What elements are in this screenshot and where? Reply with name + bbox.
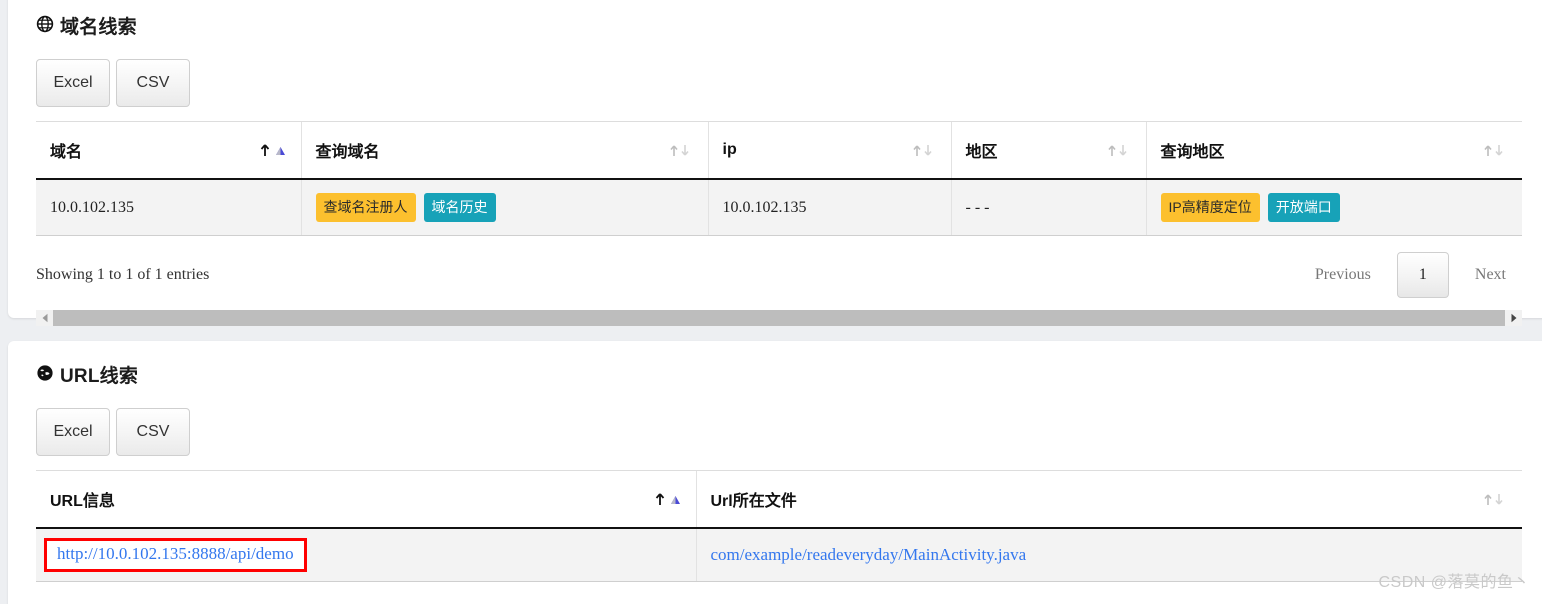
- domain-col-region-label: 地区: [965, 144, 998, 161]
- domain-section-title-text: 域名线索: [60, 17, 137, 38]
- scrollbar-track[interactable]: [53, 310, 1505, 326]
- url-col-url-info[interactable]: URL信息: [36, 470, 696, 529]
- domain-export-csv-button[interactable]: CSV: [116, 59, 190, 107]
- domain-table-header-row: 域名 查询域名 ip 地区 查询地区: [36, 121, 1522, 180]
- url-section-title: URL线索: [36, 341, 1522, 388]
- table-row: 10.0.102.135 查域名注册人 域名历史 10.0.102.135 - -…: [36, 179, 1522, 236]
- pagination-page-1-button[interactable]: 1: [1396, 252, 1449, 298]
- domain-clues-card: 域名线索 Excel CSV 域名 查询域名 ip 地区 查询地区 10.0.1…: [8, 0, 1542, 326]
- cell-query-domain: 查域名注册人 域名历史: [300, 179, 708, 236]
- sort-none-icon: [909, 143, 939, 158]
- domain-table-footer: Showing 1 to 1 of 1 entries Previous 1 N…: [36, 252, 1522, 298]
- url-export-excel-button[interactable]: Excel: [36, 408, 110, 456]
- domain-col-domain-label: 域名: [50, 144, 83, 161]
- scroll-left-arrow-icon[interactable]: [36, 310, 53, 326]
- cell-region: - - -: [950, 179, 1146, 236]
- cell-ip: 10.0.102.135: [707, 179, 951, 236]
- url-table-header-row: URL信息 Url所在文件: [36, 470, 1522, 529]
- domain-col-ip[interactable]: ip: [707, 121, 951, 180]
- domain-col-domain[interactable]: 域名: [36, 121, 301, 180]
- sort-none-icon: [666, 143, 696, 158]
- url-export-buttons: Excel CSV: [36, 408, 1522, 456]
- cell-url: http://10.0.102.135:8888/api/demo: [36, 528, 696, 582]
- domain-col-ip-label: ip: [722, 141, 737, 158]
- csdn-watermark: CSDN @落莫的鱼丶: [1378, 574, 1530, 591]
- url-table-wrap: URL信息 Url所在文件 http://10.0.102.135:8888/a…: [36, 470, 1522, 582]
- url-clues-card: URL线索 Excel CSV URL信息 Url所在文件 http://10.…: [8, 341, 1542, 604]
- scrollbar-thumb[interactable]: [53, 310, 1505, 326]
- domain-pagination: Previous 1 Next: [1299, 252, 1522, 298]
- url-file-link[interactable]: com/example/readeveryday/MainActivity.ja…: [711, 545, 1027, 564]
- sort-asc-icon: [259, 143, 289, 158]
- domain-section-title: 域名线索: [36, 0, 1522, 39]
- url-export-csv-button[interactable]: CSV: [116, 408, 190, 456]
- domain-table: 域名 查询域名 ip 地区 查询地区 10.0.102.135 查域名注册人 域…: [36, 121, 1522, 236]
- scroll-right-arrow-icon[interactable]: [1505, 310, 1522, 326]
- domain-table-wrap: 域名 查询域名 ip 地区 查询地区 10.0.102.135 查域名注册人 域…: [36, 121, 1522, 236]
- badge-open-ports[interactable]: 开放端口: [1267, 193, 1340, 222]
- domain-col-query-region-label: 查询地区: [1160, 144, 1225, 161]
- domain-col-query-domain[interactable]: 查询域名: [300, 121, 708, 180]
- domain-export-excel-button[interactable]: Excel: [36, 59, 110, 107]
- url-col-file-label: Url所在文件: [710, 493, 797, 510]
- badge-query-registrant[interactable]: 查域名注册人: [315, 193, 416, 222]
- table-row: http://10.0.102.135:8888/api/demo com/ex…: [36, 528, 1522, 582]
- badge-domain-history[interactable]: 域名历史: [423, 193, 496, 222]
- url-col-file[interactable]: Url所在文件: [695, 470, 1522, 529]
- domain-col-query-region[interactable]: 查询地区: [1145, 121, 1522, 180]
- sort-none-icon: [1480, 492, 1510, 507]
- url-link[interactable]: http://10.0.102.135:8888/api/demo: [57, 544, 294, 563]
- url-highlight-box: http://10.0.102.135:8888/api/demo: [44, 538, 307, 572]
- earth-globe-icon: [36, 364, 54, 385]
- sort-none-icon: [1480, 143, 1510, 158]
- domain-col-query-domain-label: 查询域名: [315, 144, 380, 161]
- sort-asc-icon: [654, 492, 684, 507]
- page-root: 域名线索 Excel CSV 域名 查询域名 ip 地区 查询地区 10.0.1…: [0, 0, 1542, 604]
- url-table: URL信息 Url所在文件 http://10.0.102.135:8888/a…: [36, 470, 1522, 582]
- badge-ip-precise-location[interactable]: IP高精度定位: [1160, 193, 1260, 222]
- domain-entries-info: Showing 1 to 1 of 1 entries: [36, 266, 210, 283]
- pagination-previous-button[interactable]: Previous: [1299, 252, 1387, 298]
- domain-horizontal-scrollbar[interactable]: [36, 310, 1522, 326]
- sort-none-icon: [1104, 143, 1134, 158]
- cell-domain: 10.0.102.135: [36, 179, 301, 236]
- url-col-url-info-label: URL信息: [50, 493, 115, 510]
- cell-query-region: IP高精度定位 开放端口: [1145, 179, 1522, 236]
- globe-icon: [36, 15, 54, 36]
- domain-col-region[interactable]: 地区: [950, 121, 1146, 180]
- pagination-next-button[interactable]: Next: [1459, 252, 1522, 298]
- url-section-title-text: URL线索: [60, 366, 139, 387]
- domain-export-buttons: Excel CSV: [36, 59, 1522, 107]
